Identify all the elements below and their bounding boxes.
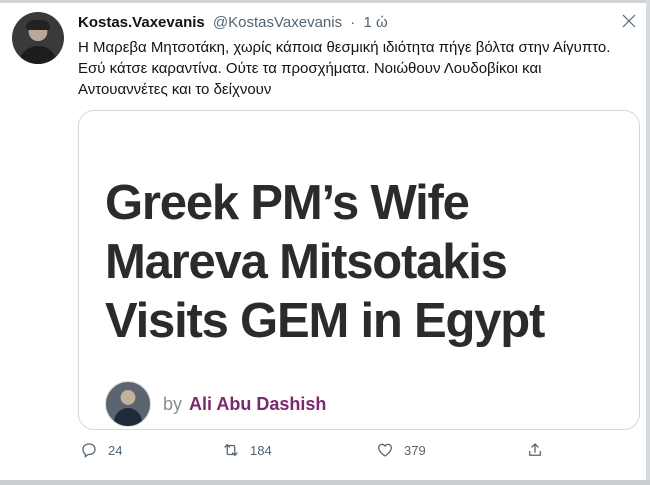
retweet-button[interactable]: 184: [222, 438, 272, 462]
author-avatar-suit: [114, 408, 142, 426]
tweet-text: Η Μαρεβα Μητσοτάκη, χωρίς κάποια θεσμική…: [78, 39, 611, 98]
window-frame-right: [646, 0, 650, 485]
like-icon: [377, 443, 393, 457]
tweet-header: Kostas.Vaxevanis @KostasVaxevanis · 1 ώ: [78, 14, 388, 31]
more-icon: [622, 14, 636, 28]
share-icon: [529, 443, 541, 456]
reply-icon: [82, 443, 96, 459]
author-handle[interactable]: @KostasVaxevanis: [213, 14, 342, 31]
card-headline: Greek PM’s Wife Mareva Mitsotakis Visits…: [105, 176, 545, 348]
link-card[interactable]: Greek PM’s Wife Mareva Mitsotakis Visits…: [78, 110, 640, 430]
author-name[interactable]: Kostas.Vaxevanis: [78, 14, 205, 31]
author-avatar: [105, 381, 151, 427]
tweet-actions: 24 184 379: [78, 438, 548, 462]
more-button[interactable]: [618, 10, 640, 32]
like-button[interactable]: 379: [376, 438, 426, 462]
card-author: Ali Abu Dashish: [189, 393, 327, 414]
separator-dot: ·: [350, 14, 356, 31]
tweet-timestamp[interactable]: 1 ώ: [363, 14, 387, 31]
retweet-count: 184: [250, 442, 272, 458]
reply-count: 24: [108, 442, 123, 458]
window-frame-bottom: [0, 480, 650, 485]
reply-button[interactable]: 24: [80, 438, 122, 462]
retweet-icon: [224, 444, 238, 456]
share-button[interactable]: [526, 438, 544, 462]
like-count: 379: [404, 442, 426, 458]
avatar[interactable]: [12, 12, 64, 64]
window-frame-top: [0, 0, 650, 3]
by-label: by: [163, 393, 183, 414]
card-byline: by Ali Abu Dashish: [105, 381, 326, 427]
avatar-hair: [26, 20, 50, 30]
avatar-shirt: [18, 46, 58, 64]
